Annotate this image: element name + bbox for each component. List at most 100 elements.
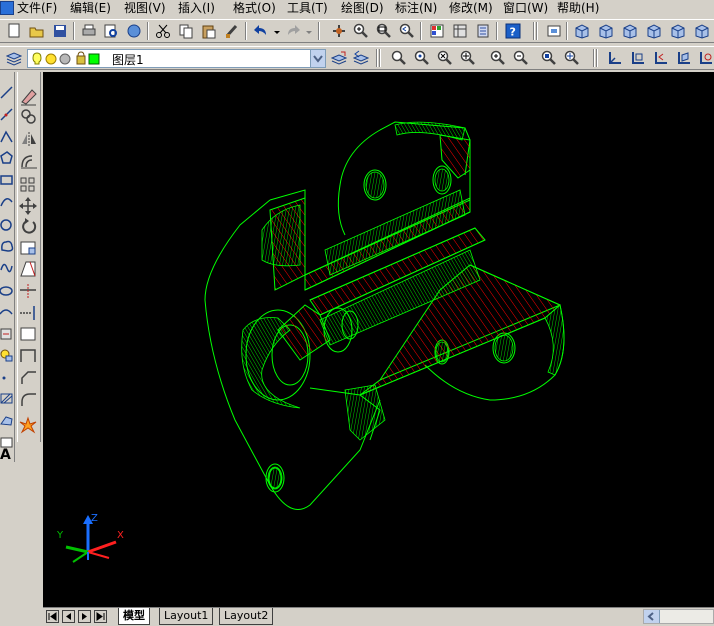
copy-icon[interactable] [177,22,195,40]
array-icon[interactable] [20,177,35,192]
undo-icon[interactable] [252,22,270,40]
next-tab-icon[interactable] [78,610,91,623]
zoom-scale-icon[interactable] [436,49,454,67]
menu-dimension[interactable]: 标注(N) [395,0,437,17]
paste-icon[interactable] [200,22,218,40]
zoom-window-icon[interactable] [390,49,408,67]
tab-layout1[interactable]: Layout1 [159,608,214,625]
ucs-world-icon[interactable] [629,49,647,67]
make-block-icon[interactable] [0,349,13,362]
match-properties-icon[interactable] [223,22,241,40]
publish-icon[interactable] [125,22,143,40]
bottom-view-icon[interactable] [597,22,615,40]
menu-format[interactable]: 格式(O) [233,0,276,17]
open-file-icon[interactable] [28,22,46,40]
explode-icon[interactable] [19,416,37,434]
make-object-layer-current-icon[interactable] [330,49,348,67]
menu-draw[interactable]: 绘图(D) [341,0,384,17]
redo-dropdown-icon[interactable] [304,22,313,40]
spline-icon[interactable] [0,263,13,273]
multiline-text-icon[interactable]: A [0,447,11,463]
menu-edit[interactable]: 编辑(E) [70,0,111,17]
extend-icon[interactable] [20,306,35,320]
erase-icon[interactable] [21,89,37,106]
polygon-icon[interactable] [0,151,13,164]
zoom-extents-icon[interactable] [563,49,581,67]
zoom-all-icon[interactable] [540,49,558,67]
cut-icon[interactable] [154,22,172,40]
design-center-icon[interactable] [451,22,469,40]
menu-modify[interactable]: 修改(M) [449,0,493,17]
menu-window[interactable]: 窗口(W) [503,0,548,17]
menu-view[interactable]: 视图(V) [124,0,166,17]
stretch-icon[interactable] [20,261,36,277]
scroll-left-icon[interactable] [644,610,660,623]
hatch-icon[interactable] [0,393,13,404]
top-view-icon[interactable] [573,22,591,40]
undo-dropdown-icon[interactable] [272,22,281,40]
chamfer-icon[interactable] [21,371,36,384]
menu-tools[interactable]: 工具(T) [287,0,328,17]
horizontal-scrollbar[interactable] [643,609,714,624]
chevron-down-icon[interactable] [310,50,325,67]
circle-icon[interactable] [0,219,12,231]
line-icon[interactable] [0,86,13,99]
revision-cloud-icon[interactable] [1,240,14,252]
zoom-previous-icon[interactable] [398,22,416,40]
region-icon[interactable] [0,416,13,426]
zoom-out-icon[interactable] [512,49,530,67]
menu-file[interactable]: 文件(F) [17,0,57,17]
break-icon[interactable] [20,349,36,362]
break-at-point-icon[interactable] [20,327,36,341]
ellipse-icon[interactable] [0,286,13,296]
ellipse-arc-icon[interactable] [0,309,13,315]
zoom-window-icon[interactable] [375,22,393,40]
scale-icon[interactable] [20,241,36,255]
insert-block-icon[interactable] [0,328,12,340]
menu-help[interactable]: 帮助(H) [557,0,599,17]
point-icon[interactable] [2,376,6,380]
rotate-icon[interactable] [22,218,37,234]
arc-icon[interactable] [0,198,13,207]
layer-dropdown[interactable]: 图层1 [27,49,326,68]
menu-insert[interactable]: 插入(I) [178,0,215,17]
rectangle-icon[interactable] [0,175,13,185]
right-view-icon[interactable] [645,22,663,40]
last-tab-icon[interactable] [94,610,107,623]
previous-tab-icon[interactable] [62,610,75,623]
fillet-icon[interactable] [21,393,36,406]
drawing-canvas[interactable]: Z X Y [43,72,714,607]
construction-line-icon[interactable] [0,108,13,121]
front-view-icon[interactable] [669,22,687,40]
polyline-icon[interactable] [0,130,13,143]
properties-icon[interactable] [428,22,446,40]
save-icon[interactable] [51,22,69,40]
layer-previous-icon[interactable] [352,49,370,67]
offset-icon[interactable] [21,155,37,169]
layer-manager-icon[interactable] [5,49,23,67]
mirror-icon[interactable] [22,132,36,146]
first-tab-icon[interactable] [46,610,59,623]
help-icon[interactable]: ? [504,22,522,40]
ucs-object-icon[interactable] [697,49,714,67]
tab-model[interactable]: 模型 [118,608,150,625]
zoom-dynamic-icon[interactable] [413,49,431,67]
trim-icon[interactable] [20,284,36,298]
named-views-icon[interactable] [545,22,563,40]
left-view-icon[interactable] [621,22,639,40]
plot-preview-icon[interactable] [102,22,120,40]
copy-object-icon[interactable] [21,109,36,124]
ucs-icon[interactable] [606,49,624,67]
ucs-face-icon[interactable] [675,49,693,67]
print-icon[interactable] [80,22,98,40]
zoom-center-icon[interactable] [459,49,477,67]
tool-palettes-icon[interactable] [474,22,492,40]
zoom-realtime-icon[interactable] [352,22,370,40]
app-icon[interactable] [0,1,14,15]
table-icon[interactable] [0,437,13,448]
redo-icon[interactable] [284,22,302,40]
ucs-previous-icon[interactable] [652,49,670,67]
back-view-icon[interactable] [693,22,711,40]
zoom-in-icon[interactable] [489,49,507,67]
pan-realtime-icon[interactable] [330,22,348,40]
